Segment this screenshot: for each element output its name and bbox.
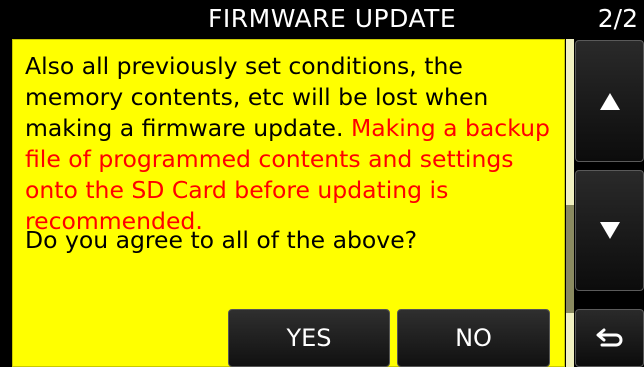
yes-button-label: YES xyxy=(286,324,332,352)
scrollbar[interactable] xyxy=(566,39,574,367)
scroll-up-button[interactable] xyxy=(575,40,644,162)
triangle-up-icon xyxy=(599,92,620,110)
confirmation-question: Do you agree to all of the above? xyxy=(25,226,418,254)
return-arrow-icon xyxy=(596,328,622,347)
scrollbar-thumb[interactable] xyxy=(566,205,574,313)
title-bar: FIRMWARE UPDATE 2/2 xyxy=(0,0,644,38)
firmware-update-screen: FIRMWARE UPDATE 2/2 Also all previously … xyxy=(0,0,644,367)
scroll-down-button[interactable] xyxy=(575,170,644,291)
yes-button[interactable]: YES xyxy=(228,309,390,367)
message-text: Also all previously set conditions, the … xyxy=(25,51,561,237)
back-button[interactable] xyxy=(575,309,644,367)
triangle-down-icon xyxy=(599,222,620,239)
page-indicator: 2/2 xyxy=(597,4,638,33)
no-button-label: NO xyxy=(455,324,492,352)
page-title: FIRMWARE UPDATE xyxy=(208,4,457,33)
no-button[interactable]: NO xyxy=(397,309,550,367)
